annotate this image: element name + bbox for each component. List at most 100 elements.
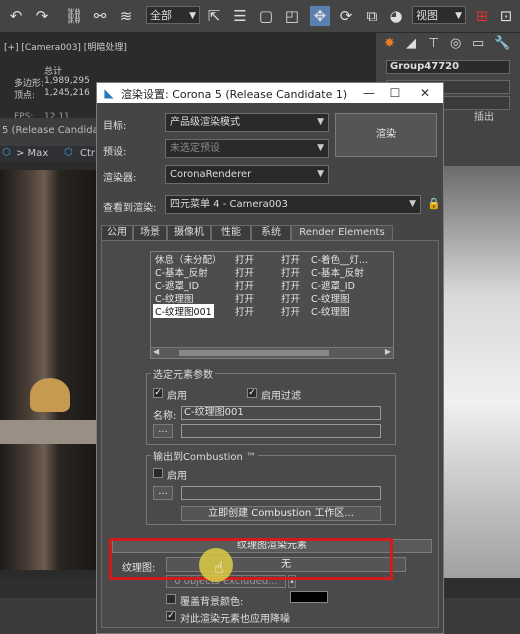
element-name: C-纹理图001 xyxy=(153,304,214,318)
enable-checkbox[interactable]: ✓ xyxy=(153,388,163,398)
list-item[interactable]: C-纹理图 打开 打开 C-纹理图 xyxy=(151,291,391,305)
target-select[interactable]: 产品级渲染模式 ▼ xyxy=(165,113,329,132)
rect-region-icon[interactable]: ▢ xyxy=(256,6,276,26)
combustion-enable-label: 启用 xyxy=(167,471,187,482)
element-name: C-遮罩_ID xyxy=(155,281,199,292)
element-name-input[interactable]: C-纹理图001 xyxy=(181,406,381,420)
move-icon[interactable]: ✥ xyxy=(310,6,330,26)
combustion-path-input[interactable] xyxy=(181,486,381,500)
object-name-field[interactable]: Group47720 xyxy=(386,60,510,74)
enable-filter-checkbox[interactable]: ✓ xyxy=(247,388,257,398)
maximize-icon[interactable]: ☐ xyxy=(385,85,405,101)
object-name: Group47720 xyxy=(390,61,460,72)
unlink-icon[interactable]: ⚯ xyxy=(90,6,110,26)
list-item[interactable]: C-基本_反射 打开 打开 C-基本_反射 xyxy=(151,265,391,279)
create-icon[interactable]: ✸ xyxy=(384,36,395,51)
select-by-name-icon[interactable]: ☰ xyxy=(230,6,250,26)
display-icon[interactable]: ▭ xyxy=(472,36,484,51)
scene-render-right xyxy=(442,166,520,596)
chevron-down-icon: ▼ xyxy=(409,199,416,209)
viewport-label[interactable]: [+] [Camera003] [明暗处理] xyxy=(4,40,127,53)
select-icon[interactable]: ⇱ xyxy=(204,6,224,26)
selection-filter-combo[interactable]: 全部 ▼ xyxy=(146,6,200,24)
select-manipulate-icon[interactable]: ⊡ xyxy=(496,6,516,26)
list-item[interactable]: 休息（未分配） 打开 打开 C-着色__灯... xyxy=(151,252,391,266)
combustion-enable-checkbox[interactable] xyxy=(153,468,163,478)
tab-common[interactable]: 公用 xyxy=(101,225,133,241)
hierarchy-icon[interactable]: ⊤ xyxy=(428,36,439,51)
renderer-label: 渲染器: xyxy=(103,173,137,184)
chevron-down-icon: ▼ xyxy=(317,169,324,179)
tab-system[interactable]: 系统 xyxy=(251,225,291,241)
browse-button[interactable]: ... xyxy=(153,424,173,438)
horizontal-scrollbar[interactable]: ◀ ▶ xyxy=(151,347,393,358)
scale-icon[interactable]: ⧉ xyxy=(362,6,382,26)
element-type: C-纹理图 xyxy=(311,307,350,318)
rotate-icon[interactable]: ⟳ xyxy=(336,6,356,26)
combustion-browse-button[interactable]: ... xyxy=(153,486,173,500)
render-button[interactable]: 渲染 xyxy=(335,113,437,157)
element-name: C-基本_反射 xyxy=(155,268,208,279)
selected-element-params-group: 选定元素参数 ✓ 启用 ✓ 启用过滤 名称: C-纹理图001 ... xyxy=(146,366,396,445)
link-icon[interactable]: ⛓ xyxy=(64,6,84,26)
tab-render-elements[interactable]: Render Elements xyxy=(291,225,393,241)
view-sphere-icon[interactable]: ◕ xyxy=(386,6,406,26)
scene-render-left xyxy=(0,170,98,570)
output-path-input[interactable] xyxy=(181,424,381,438)
scroll-right-icon[interactable]: ▶ xyxy=(385,347,391,356)
reference-coord-combo[interactable]: 视图 ▼ xyxy=(412,6,466,24)
panel-tab-label[interactable]: 插出 xyxy=(474,108,494,123)
tab-scene[interactable]: 场景 xyxy=(133,225,167,241)
breadcrumb-max[interactable]: > Max xyxy=(16,148,48,159)
chevron-down-icon: ▼ xyxy=(317,117,324,127)
window-crossing-icon[interactable]: ◰ xyxy=(282,6,302,26)
view-to-render-label: 查看到渲染: xyxy=(103,203,157,214)
selection-filter-value: 全部 xyxy=(150,9,172,22)
dialog-titlebar[interactable]: ◣ 渲染设置: Corona 5 (Release Candidate 1) —… xyxy=(97,83,443,103)
create-combustion-button[interactable]: 立即创建 Combustion 工作区... xyxy=(181,506,381,521)
tab-camera[interactable]: 摄像机 xyxy=(167,225,211,241)
close-icon[interactable]: ✕ xyxy=(415,85,435,101)
override-bg-checkbox[interactable] xyxy=(166,594,176,604)
element-name: 休息（未分配） xyxy=(155,255,222,266)
bg-color-swatch[interactable] xyxy=(290,591,328,603)
preset-select[interactable]: 未选定预设 ▼ xyxy=(165,139,329,158)
renderer-select[interactable]: CoronaRenderer ▼ xyxy=(165,165,329,184)
denoise-checkbox[interactable]: ✓ xyxy=(166,611,176,621)
breadcrumb-icon-2[interactable]: ⬡ xyxy=(64,147,73,158)
element-filter: 打开 xyxy=(281,255,301,266)
chevron-down-icon: ▼ xyxy=(189,11,196,21)
background-tab-label[interactable]: 5 (Release Candidat xyxy=(2,125,103,136)
view-to-render-select[interactable]: 四元菜单 4 - Camera003 ▼ xyxy=(165,195,421,214)
utilities-icon[interactable]: 🔧 xyxy=(494,36,510,51)
element-filter: 打开 xyxy=(281,281,301,292)
breadcrumb-ctr[interactable]: Ctr xyxy=(80,148,95,159)
verts-value: 1,245,216 xyxy=(44,88,90,98)
element-enabled: 打开 xyxy=(235,307,255,318)
chevron-down-icon: ▼ xyxy=(455,11,462,21)
viewport-stats: [+] [Camera003] [明暗处理] 总计 多边形: 1,989,295… xyxy=(0,34,127,122)
minimize-icon[interactable]: — xyxy=(359,85,379,101)
pivot-icon[interactable]: ⊞ xyxy=(472,6,492,26)
scrollbar-thumb[interactable] xyxy=(179,350,329,356)
list-item-selected[interactable]: C-纹理图001 打开 打开 C-纹理图 xyxy=(151,304,391,318)
element-type: C-纹理图 xyxy=(311,294,350,305)
combustion-group: 输出到Combustion ™ 启用 ... 立即创建 Combustion 工… xyxy=(146,448,396,525)
breadcrumb-bar: ⬡ > Max ⬡ Ctr xyxy=(0,146,100,162)
list-item[interactable]: C-遮罩_ID 打开 打开 C-遮罩_ID xyxy=(151,278,391,292)
element-filter: 打开 xyxy=(281,294,301,305)
motion-icon[interactable]: ◎ xyxy=(450,36,461,51)
element-type: C-遮罩_ID xyxy=(311,281,355,292)
scroll-left-icon[interactable]: ◀ xyxy=(153,347,159,356)
lock-icon[interactable]: 🔒 xyxy=(427,197,441,210)
breadcrumb-icon[interactable]: ⬡ xyxy=(2,147,11,158)
modify-icon[interactable]: ◢ xyxy=(406,36,416,51)
selected-params-title: 选定元素参数 xyxy=(151,366,215,381)
target-value: 产品级渲染模式 xyxy=(170,117,240,128)
tab-performance[interactable]: 性能 xyxy=(211,225,251,241)
redo-icon[interactable]: ↷ xyxy=(32,6,52,26)
bind-space-warp-icon[interactable]: ≋ xyxy=(116,6,136,26)
undo-icon[interactable]: ↶ xyxy=(6,6,26,26)
name-label: 名称: xyxy=(153,411,177,422)
elements-list[interactable]: 休息（未分配） 打开 打开 C-着色__灯... C-基本_反射 打开 打开 C… xyxy=(150,251,394,359)
